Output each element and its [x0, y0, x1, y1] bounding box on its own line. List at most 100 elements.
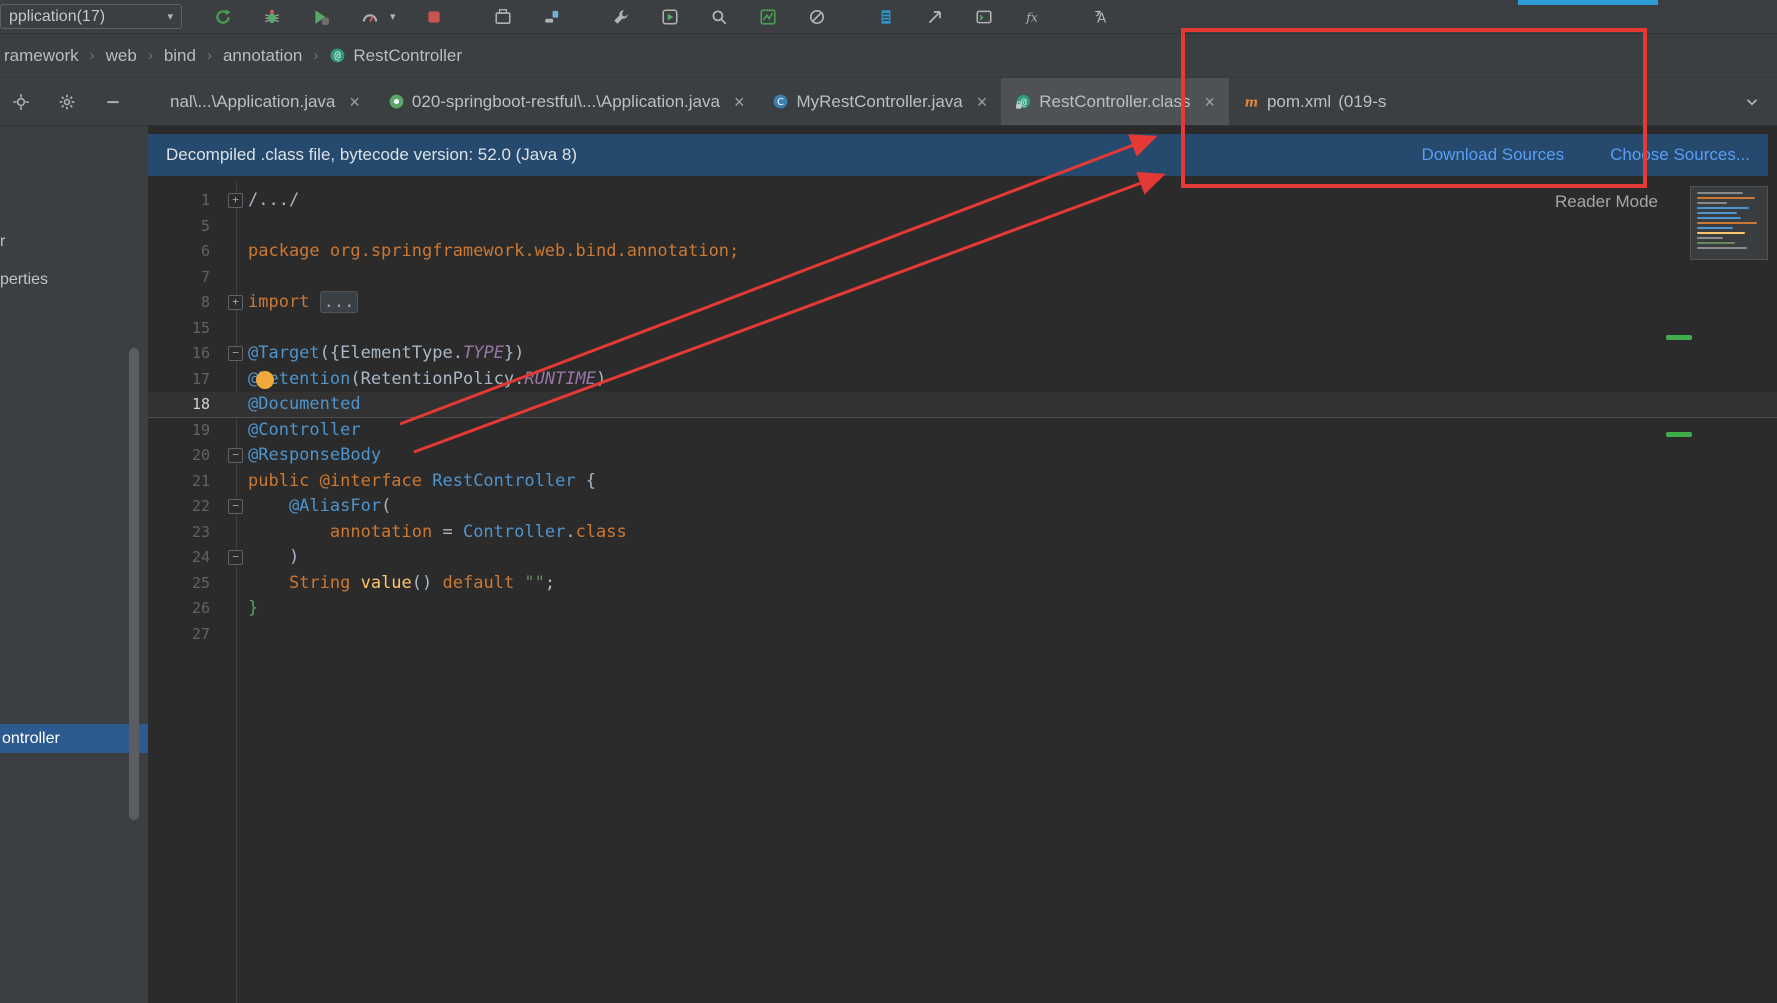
fold-marker-icon[interactable]: +: [228, 295, 243, 310]
run-anything-icon[interactable]: [659, 6, 681, 28]
code-line: 22 − @AliasFor(: [148, 494, 1777, 520]
code-token: .: [565, 521, 576, 542]
code-token: "": [524, 572, 545, 593]
code-token: value: [360, 572, 412, 593]
editor-tab[interactable]: @ RestController.class ×: [1001, 78, 1229, 125]
breadcrumb-item[interactable]: bind: [164, 46, 196, 66]
breadcrumb-item-label: web: [105, 45, 137, 65]
hide-icon[interactable]: [102, 91, 124, 113]
wrench-icon[interactable]: [610, 6, 632, 28]
ide-window: pplication(17) ▾ ▾ fx A ramework › web › bind ›…: [0, 0, 1777, 1003]
code-token: package org.springframework.web.bind.ann…: [248, 241, 740, 261]
toolbar-icon-group: ▾ fx A: [212, 6, 1113, 28]
editor-tab[interactable]: m pom.xml (019-s: [1229, 78, 1400, 125]
spring-boot-icon: [388, 93, 405, 110]
panel-scrollbar[interactable]: [129, 348, 139, 820]
fold-marker-icon[interactable]: −: [228, 550, 243, 565]
code-line: 19 @Controller: [148, 418, 1777, 444]
fold-marker-icon[interactable]: −: [228, 499, 243, 514]
code-token: class: [575, 521, 627, 542]
rerun-icon[interactable]: [212, 6, 234, 28]
code-token: (: [350, 368, 361, 389]
svg-text:C: C: [778, 97, 785, 108]
fold-marker-icon[interactable]: −: [228, 346, 243, 361]
chevron-down-icon: ▾: [167, 11, 173, 23]
line-number: 8: [200, 293, 210, 311]
profiler-icon[interactable]: [359, 6, 381, 28]
stop-icon[interactable]: [423, 6, 445, 28]
fold-marker-icon[interactable]: +: [228, 193, 243, 208]
close-icon[interactable]: ×: [734, 93, 745, 111]
code-line: 17 @Retention(RetentionPolicy.RUNTIME): [148, 367, 1777, 393]
database-icon[interactable]: [875, 6, 897, 28]
project-tree-item[interactable]: r: [0, 233, 5, 251]
banner-link[interactable]: Download Sources: [1421, 145, 1564, 165]
close-icon[interactable]: ×: [1204, 93, 1215, 111]
code-token: Controller: [462, 521, 566, 542]
tabs: nal\...\Application.java × 020-springboot-…: [156, 78, 1400, 125]
line-number: 17: [191, 369, 210, 388]
banner-link[interactable]: Choose Sources...: [1610, 145, 1750, 165]
code-line: 15: [148, 316, 1777, 342]
gear-icon[interactable]: [56, 91, 78, 113]
code-line: 18 @Documented: [148, 392, 1777, 418]
close-icon[interactable]: ×: [977, 93, 988, 111]
editor-tab[interactable]: nal\...\Application.java ×: [156, 78, 374, 125]
console-icon[interactable]: [973, 6, 995, 28]
code-token: @Target: [248, 343, 320, 363]
code-token: @Documented: [248, 394, 361, 414]
line-number: 15: [191, 318, 210, 337]
line-number: 24: [191, 548, 210, 566]
tab-label: MyRestController.java: [796, 91, 963, 111]
breadcrumb-item[interactable]: ramework: [4, 46, 79, 66]
top-right-blue-bar: [1518, 0, 1658, 5]
tab-label-suffix: (019-s: [1338, 91, 1387, 111]
fold-marker-icon[interactable]: −: [228, 448, 243, 463]
hidden-tabs-dropdown[interactable]: [1743, 78, 1777, 125]
editor-tab[interactable]: 020-springboot-restful\...\Application.j…: [374, 78, 759, 125]
editor-tab[interactable]: C MyRestController.java ×: [758, 78, 1001, 125]
commit-icon[interactable]: [924, 6, 946, 28]
monitor-icon[interactable]: [757, 6, 779, 28]
annotation-lock-icon: @: [1015, 93, 1032, 110]
project-tree-item[interactable]: perties: [0, 271, 48, 289]
code-view: 1 + /.../ 5 6 package org.springframework.web…: [148, 188, 1777, 647]
locate-icon[interactable]: [10, 91, 32, 113]
breadcrumb-item[interactable]: annotation: [223, 46, 302, 66]
function-icon[interactable]: fx: [1022, 6, 1044, 28]
svg-text:fx: fx: [1025, 10, 1038, 24]
code-line: 20 − @ResponseBody: [148, 443, 1777, 469]
decompiled-banner: Decompiled .class file, bytecode version…: [148, 134, 1768, 176]
run-configuration-selector[interactable]: pplication(17) ▾: [0, 4, 182, 29]
build-icon[interactable]: [541, 6, 563, 28]
code-token: .: [452, 343, 463, 363]
code-token: ): [248, 547, 300, 567]
maven-icon: m: [1243, 93, 1260, 110]
code-token: RestController: [432, 470, 586, 491]
code-token: default: [442, 572, 525, 593]
code-token: /.../: [248, 190, 300, 210]
line-number: 26: [191, 599, 210, 617]
code-line: 7: [148, 265, 1777, 291]
code-line: 25 String value() default "";: [148, 571, 1777, 597]
inspections-off-icon[interactable]: [806, 6, 828, 28]
intention-bulb-icon[interactable]: [256, 370, 274, 389]
search-icon[interactable]: [708, 6, 730, 28]
tab-label: 020-springboot-restful\...\Application.j…: [411, 91, 720, 111]
close-icon[interactable]: ×: [349, 93, 360, 111]
annotation-icon: @: [329, 47, 346, 64]
breadcrumb-item[interactable]: @ RestController: [329, 46, 462, 66]
coverage-icon[interactable]: [310, 6, 332, 28]
code-token: (): [411, 572, 443, 593]
line-number: 16: [191, 344, 210, 362]
project-tree-selected-item[interactable]: ontroller: [0, 724, 148, 753]
breadcrumb-item[interactable]: web: [106, 46, 137, 66]
code-token: ;: [544, 572, 556, 593]
svg-text:@: @: [335, 49, 342, 62]
editor-tab-bar: nal\...\Application.java × 020-springboot-…: [0, 78, 1777, 126]
code-token: }: [248, 598, 259, 618]
translate-icon[interactable]: A: [1091, 6, 1113, 28]
modules-icon[interactable]: [492, 6, 514, 28]
line-number: 7: [200, 267, 210, 286]
debug-icon[interactable]: [261, 6, 283, 28]
